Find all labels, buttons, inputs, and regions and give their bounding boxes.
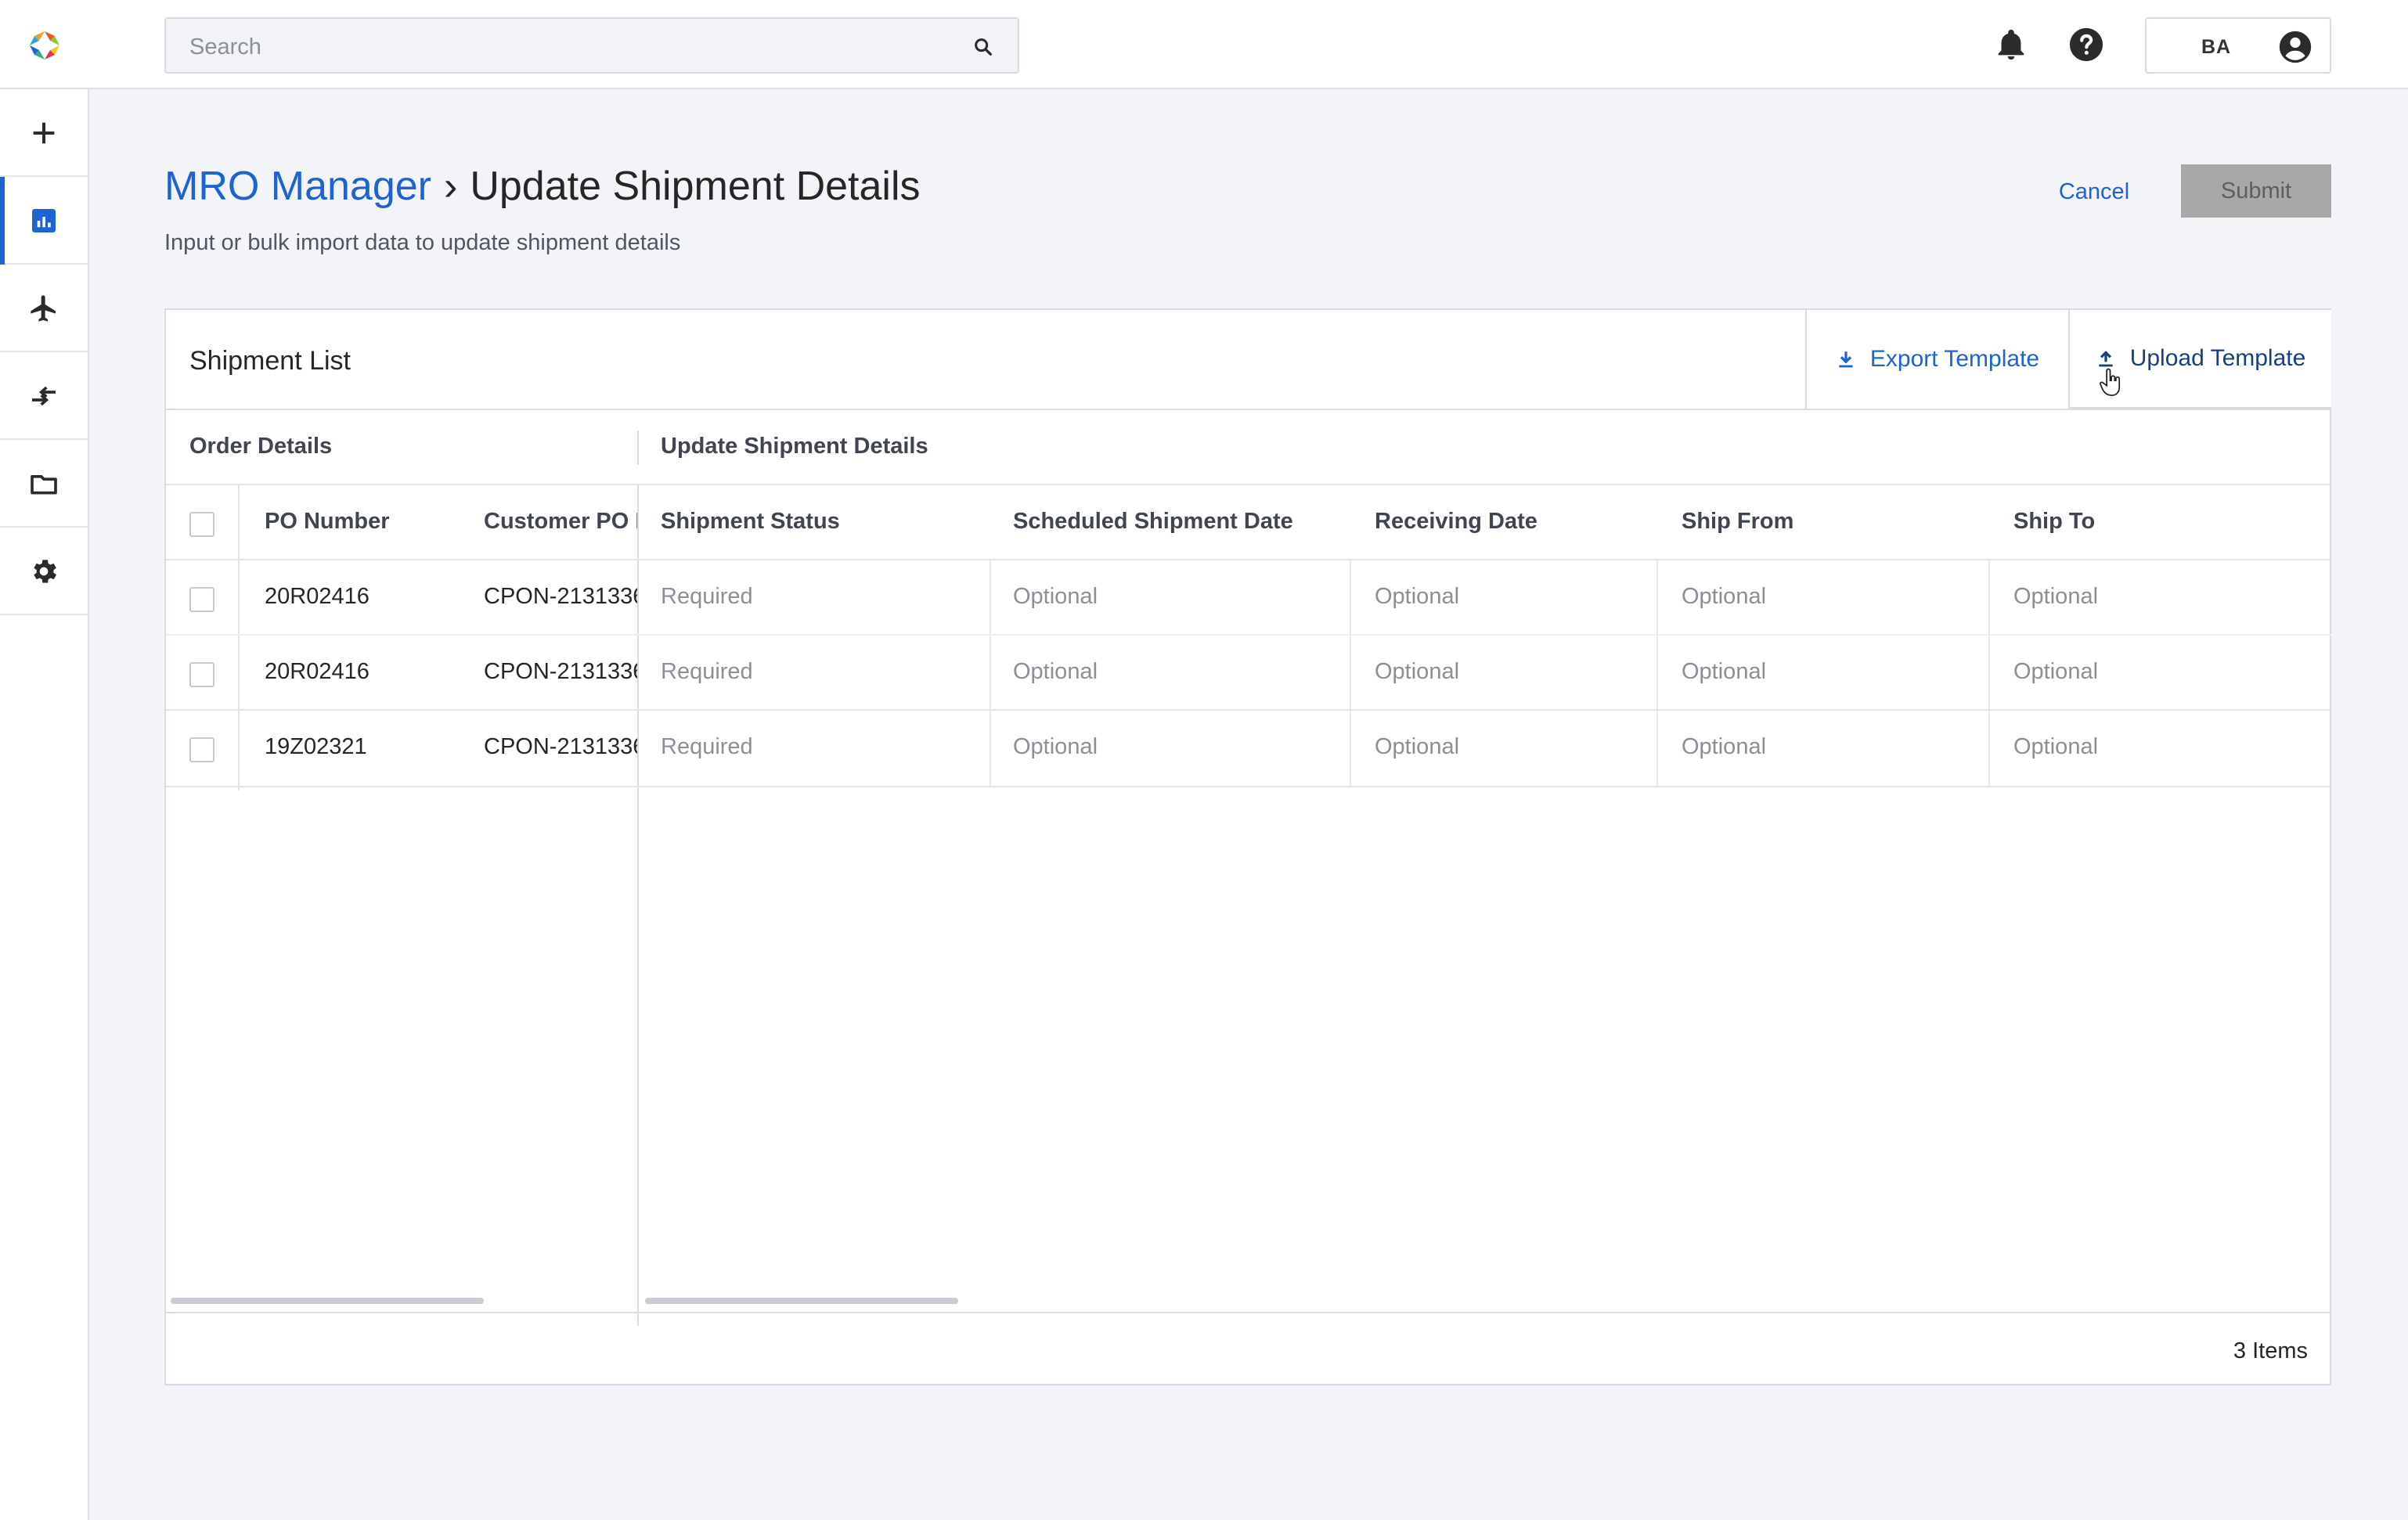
export-template-label: Export Template xyxy=(1869,346,2040,372)
group-order-details: Order Details xyxy=(189,434,333,459)
sidebar-item-settings[interactable] xyxy=(0,528,88,615)
card-title: Shipment List xyxy=(189,346,351,376)
user-icon[interactable] xyxy=(2278,30,2312,64)
divider xyxy=(166,786,2331,787)
main-horizontal-scrollbar[interactable] xyxy=(645,1298,958,1304)
cell-scheduled-shipment-date[interactable]: Optional xyxy=(1013,659,1098,685)
sidebar-item-analytics[interactable] xyxy=(0,177,88,265)
upload-icon xyxy=(2099,351,2113,367)
cell-shipment-status[interactable]: Required xyxy=(661,584,753,610)
group-update-shipment-details: Update Shipment Details xyxy=(661,434,928,459)
download-icon xyxy=(1839,351,1853,368)
search-icon[interactable] xyxy=(972,36,994,58)
breadcrumb-root-link[interactable]: MRO Manager xyxy=(164,164,431,209)
breadcrumb-separator: › xyxy=(444,164,458,209)
search-input[interactable]: Search xyxy=(189,34,261,60)
arrows-icon xyxy=(32,386,56,406)
cell-receiving-date[interactable]: Optional xyxy=(1375,734,1459,760)
page-subtitle: Input or bulk import data to update ship… xyxy=(164,230,681,255)
cell-divider xyxy=(990,636,991,711)
cell-ship-from[interactable]: Optional xyxy=(1682,734,1766,760)
item-count: 3 Items xyxy=(2233,1338,2308,1363)
cell-divider xyxy=(990,711,991,786)
user-menu[interactable]: BA xyxy=(2145,17,2331,74)
search-bar[interactable]: Search xyxy=(164,17,1019,74)
hand-cursor-icon xyxy=(2100,368,2121,396)
plane-icon xyxy=(31,295,56,322)
select-all-checkbox[interactable] xyxy=(189,512,214,537)
folder-icon xyxy=(31,475,57,495)
gear-icon xyxy=(34,560,56,583)
page-title: Update Shipment Details xyxy=(470,164,921,209)
cell-receiving-date[interactable]: Optional xyxy=(1375,659,1459,685)
group-separator xyxy=(637,430,639,465)
cell-ship-from[interactable]: Optional xyxy=(1682,584,1766,610)
chart-icon xyxy=(32,209,56,232)
column-header-ship-to[interactable]: Ship To xyxy=(2013,509,2095,535)
help-icon[interactable] xyxy=(2068,27,2104,63)
column-header-shipment-status[interactable]: Shipment Status xyxy=(661,509,840,535)
column-header-scheduled-shipment-date[interactable]: Scheduled Shipment Date xyxy=(1013,509,1293,535)
column-header-customer-po[interactable]: Customer PO Number xyxy=(484,509,637,535)
plus-icon xyxy=(33,122,55,144)
export-template-button[interactable]: Export Template xyxy=(1805,310,2068,409)
cell-ship-to[interactable]: Optional xyxy=(2013,584,2098,610)
top-header: Search BA xyxy=(0,0,2408,89)
table-row[interactable]: Required Optional Optional Optional Opti… xyxy=(166,560,2331,636)
breadcrumb: MRO Manager › Update Shipment Details xyxy=(164,163,921,210)
column-header-po-number[interactable]: PO Number xyxy=(265,509,390,535)
cell-shipment-status[interactable]: Required xyxy=(661,734,753,760)
upload-template-label: Upload Template xyxy=(2129,345,2306,371)
cell-scheduled-shipment-date[interactable]: Optional xyxy=(1013,584,1098,610)
cell-divider xyxy=(1988,711,1990,786)
cell-divider xyxy=(1656,636,1658,711)
user-initials: BA xyxy=(2201,36,2232,58)
sidebar-item-folders[interactable] xyxy=(0,440,88,528)
column-header-ship-from[interactable]: Ship From xyxy=(1682,509,1793,535)
sidebar-item-add[interactable] xyxy=(0,89,88,177)
table-row[interactable]: Required Optional Optional Optional Opti… xyxy=(166,636,2331,711)
left-sidebar xyxy=(0,89,89,1520)
cell-divider xyxy=(1350,560,1351,636)
cell-divider xyxy=(990,560,991,636)
cell-divider xyxy=(1350,711,1351,786)
cell-receiving-date[interactable]: Optional xyxy=(1375,584,1459,610)
cell-ship-to[interactable]: Optional xyxy=(2013,659,2098,685)
cell-divider xyxy=(1656,560,1658,636)
cell-divider xyxy=(1656,711,1658,786)
cell-ship-from[interactable]: Optional xyxy=(1682,659,1766,685)
table-row[interactable]: Required Optional Optional Optional Opti… xyxy=(166,711,2331,786)
cell-ship-to[interactable]: Optional xyxy=(2013,734,2098,760)
cell-divider xyxy=(1350,636,1351,711)
cell-divider xyxy=(1988,560,1990,636)
cell-divider xyxy=(1988,636,1990,711)
column-group-header: Order Details Update Shipment Details xyxy=(166,410,2331,485)
sidebar-item-transfer[interactable] xyxy=(0,352,88,440)
app-logo[interactable] xyxy=(28,30,61,61)
shipment-list-card: Shipment List Export Template Upload Tem… xyxy=(164,308,2331,1385)
cell-shipment-status[interactable]: Required xyxy=(661,659,753,685)
column-header-receiving-date[interactable]: Receiving Date xyxy=(1375,509,1537,535)
submit-button[interactable]: Submit xyxy=(2181,164,2331,218)
sidebar-item-flights[interactable] xyxy=(0,265,88,352)
bell-icon[interactable] xyxy=(1993,27,2029,63)
cancel-button[interactable]: Cancel xyxy=(2051,164,2137,219)
cell-scheduled-shipment-date[interactable]: Optional xyxy=(1013,734,1098,760)
footer-divider xyxy=(166,1312,2331,1313)
frozen-horizontal-scrollbar[interactable] xyxy=(171,1298,484,1304)
